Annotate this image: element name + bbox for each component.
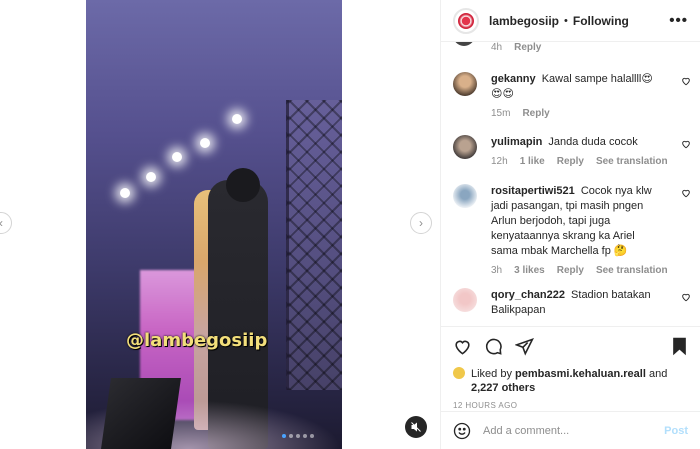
comment-item: qory_chan222 Stadion batakan Balikpapan <box>453 288 693 318</box>
likes-and-label: and <box>648 368 668 380</box>
like-heart-icon[interactable] <box>453 337 472 356</box>
see-translation-link[interactable]: See translation <box>596 156 668 167</box>
comment-item: gekanny Kawal sampe halallll😍😍😍 15m Repl… <box>453 72 693 119</box>
avatar[interactable] <box>453 7 479 34</box>
likes-summary: Liked by pembasmi.kehaluan.reall and 2,2… <box>453 367 688 395</box>
comment-text: Janda duda cocok <box>548 136 638 148</box>
bookmark-icon[interactable] <box>671 337 688 356</box>
mute-button[interactable] <box>405 416 427 438</box>
comment-body: gekanny Kawal sampe halallll😍😍😍 <box>491 72 663 102</box>
liked-by-label: Liked by <box>471 368 512 380</box>
carousel-dot-active <box>282 434 286 438</box>
media-pane: ‹ @lambegosiip › <box>0 0 440 449</box>
stage-light <box>200 138 210 148</box>
stage-speaker <box>101 378 181 449</box>
see-translation-link[interactable]: See translation <box>596 265 668 276</box>
comment-likes[interactable]: 1 like <box>520 156 545 167</box>
emoji-smile-icon[interactable] <box>453 422 471 440</box>
previous-post-button[interactable]: ‹ <box>0 212 12 234</box>
avatar[interactable] <box>453 367 465 379</box>
like-heart-icon[interactable] <box>681 76 691 86</box>
reply-button[interactable]: Reply <box>557 265 584 276</box>
comment-bubble-icon[interactable] <box>484 337 503 356</box>
likes-others-link[interactable]: 2,227 others <box>471 381 688 395</box>
comment-body: rositapertiwi521 Cocok nya klw jadi pasa… <box>491 184 663 259</box>
post-header: lambegosiip • Following ••• <box>441 0 700 42</box>
stage-light <box>232 114 242 124</box>
carousel-dot <box>310 434 314 438</box>
comment-username[interactable]: qory_chan222 <box>491 289 565 301</box>
reply-button[interactable]: Reply <box>522 108 549 119</box>
comment-body: qory_chan222 Stadion batakan Balikpapan <box>491 288 663 318</box>
stage-light <box>172 152 182 162</box>
video-watermark: @lambegosiip <box>126 330 268 351</box>
stage-truss <box>286 100 342 390</box>
carousel-indicator <box>282 434 314 438</box>
add-comment-bar: Post <box>441 411 700 449</box>
stage-light <box>120 188 130 198</box>
action-bar <box>453 337 688 359</box>
chevron-right-icon: › <box>419 216 423 230</box>
carousel-dot <box>303 434 307 438</box>
separator-dot: • <box>564 14 568 27</box>
more-options-icon[interactable]: ••• <box>669 12 688 29</box>
comment-input[interactable] <box>483 425 665 437</box>
post-timestamp[interactable]: 12 HOURS AGO <box>453 401 517 410</box>
share-paper-plane-icon[interactable] <box>515 337 534 356</box>
comment-meta: 3h 3 likes Reply See translation <box>491 265 693 276</box>
comment-username[interactable]: rositapertiwi521 <box>491 185 575 197</box>
avatar[interactable] <box>453 184 477 208</box>
reply-button[interactable]: Reply <box>514 42 541 53</box>
comment-username[interactable]: gekanny <box>491 73 536 85</box>
comment-likes[interactable]: 3 likes <box>514 265 545 276</box>
post-video[interactable]: @lambegosiip <box>86 0 342 449</box>
comment-body: yulimapin Janda duda cocok <box>491 135 663 150</box>
reply-button[interactable]: Reply <box>557 156 584 167</box>
comments-list[interactable]: 4h Reply gekanny Kawal sampe halallll😍😍😍 … <box>441 42 700 326</box>
liked-by-user-link[interactable]: pembasmi.kehaluan.reall <box>515 368 646 380</box>
comment-time: 4h <box>491 42 503 53</box>
comment-time: 3h <box>491 265 503 276</box>
next-post-button[interactable]: › <box>410 212 432 234</box>
stage-light <box>146 172 156 182</box>
comment-meta: 12h 1 like Reply See translation <box>491 156 693 167</box>
avatar[interactable] <box>453 72 477 96</box>
username-link[interactable]: lambegosiip <box>489 14 559 28</box>
like-heart-icon[interactable] <box>681 292 691 302</box>
comment-item: rositapertiwi521 Cocok nya klw jadi pasa… <box>453 184 693 276</box>
profile-logo-icon <box>458 12 474 29</box>
comment-time: 15m <box>491 108 511 119</box>
comment-time: 12h <box>491 156 508 167</box>
carousel-dot <box>296 434 300 438</box>
avatar[interactable] <box>453 135 477 159</box>
post-sidebar: lambegosiip • Following ••• 4h Reply geka… <box>440 0 700 449</box>
comment-meta: 4h Reply <box>491 42 541 53</box>
carousel-dot <box>289 434 293 438</box>
comment-username[interactable]: yulimapin <box>491 136 542 148</box>
avatar[interactable] <box>453 288 477 312</box>
like-heart-icon[interactable] <box>681 139 691 149</box>
performer-head <box>226 168 260 202</box>
like-heart-icon[interactable] <box>681 188 691 198</box>
avatar <box>453 42 475 46</box>
following-button[interactable]: Following <box>573 14 629 28</box>
speaker-muted-icon <box>411 422 421 432</box>
comment-meta: 15m Reply <box>491 108 693 119</box>
comment-item: yulimapin Janda duda cocok 12h 1 like Re… <box>453 135 693 167</box>
chevron-left-icon: ‹ <box>0 216 3 230</box>
post-button[interactable]: Post <box>664 425 688 437</box>
post-actions: Liked by pembasmi.kehaluan.reall and 2,2… <box>441 326 700 449</box>
